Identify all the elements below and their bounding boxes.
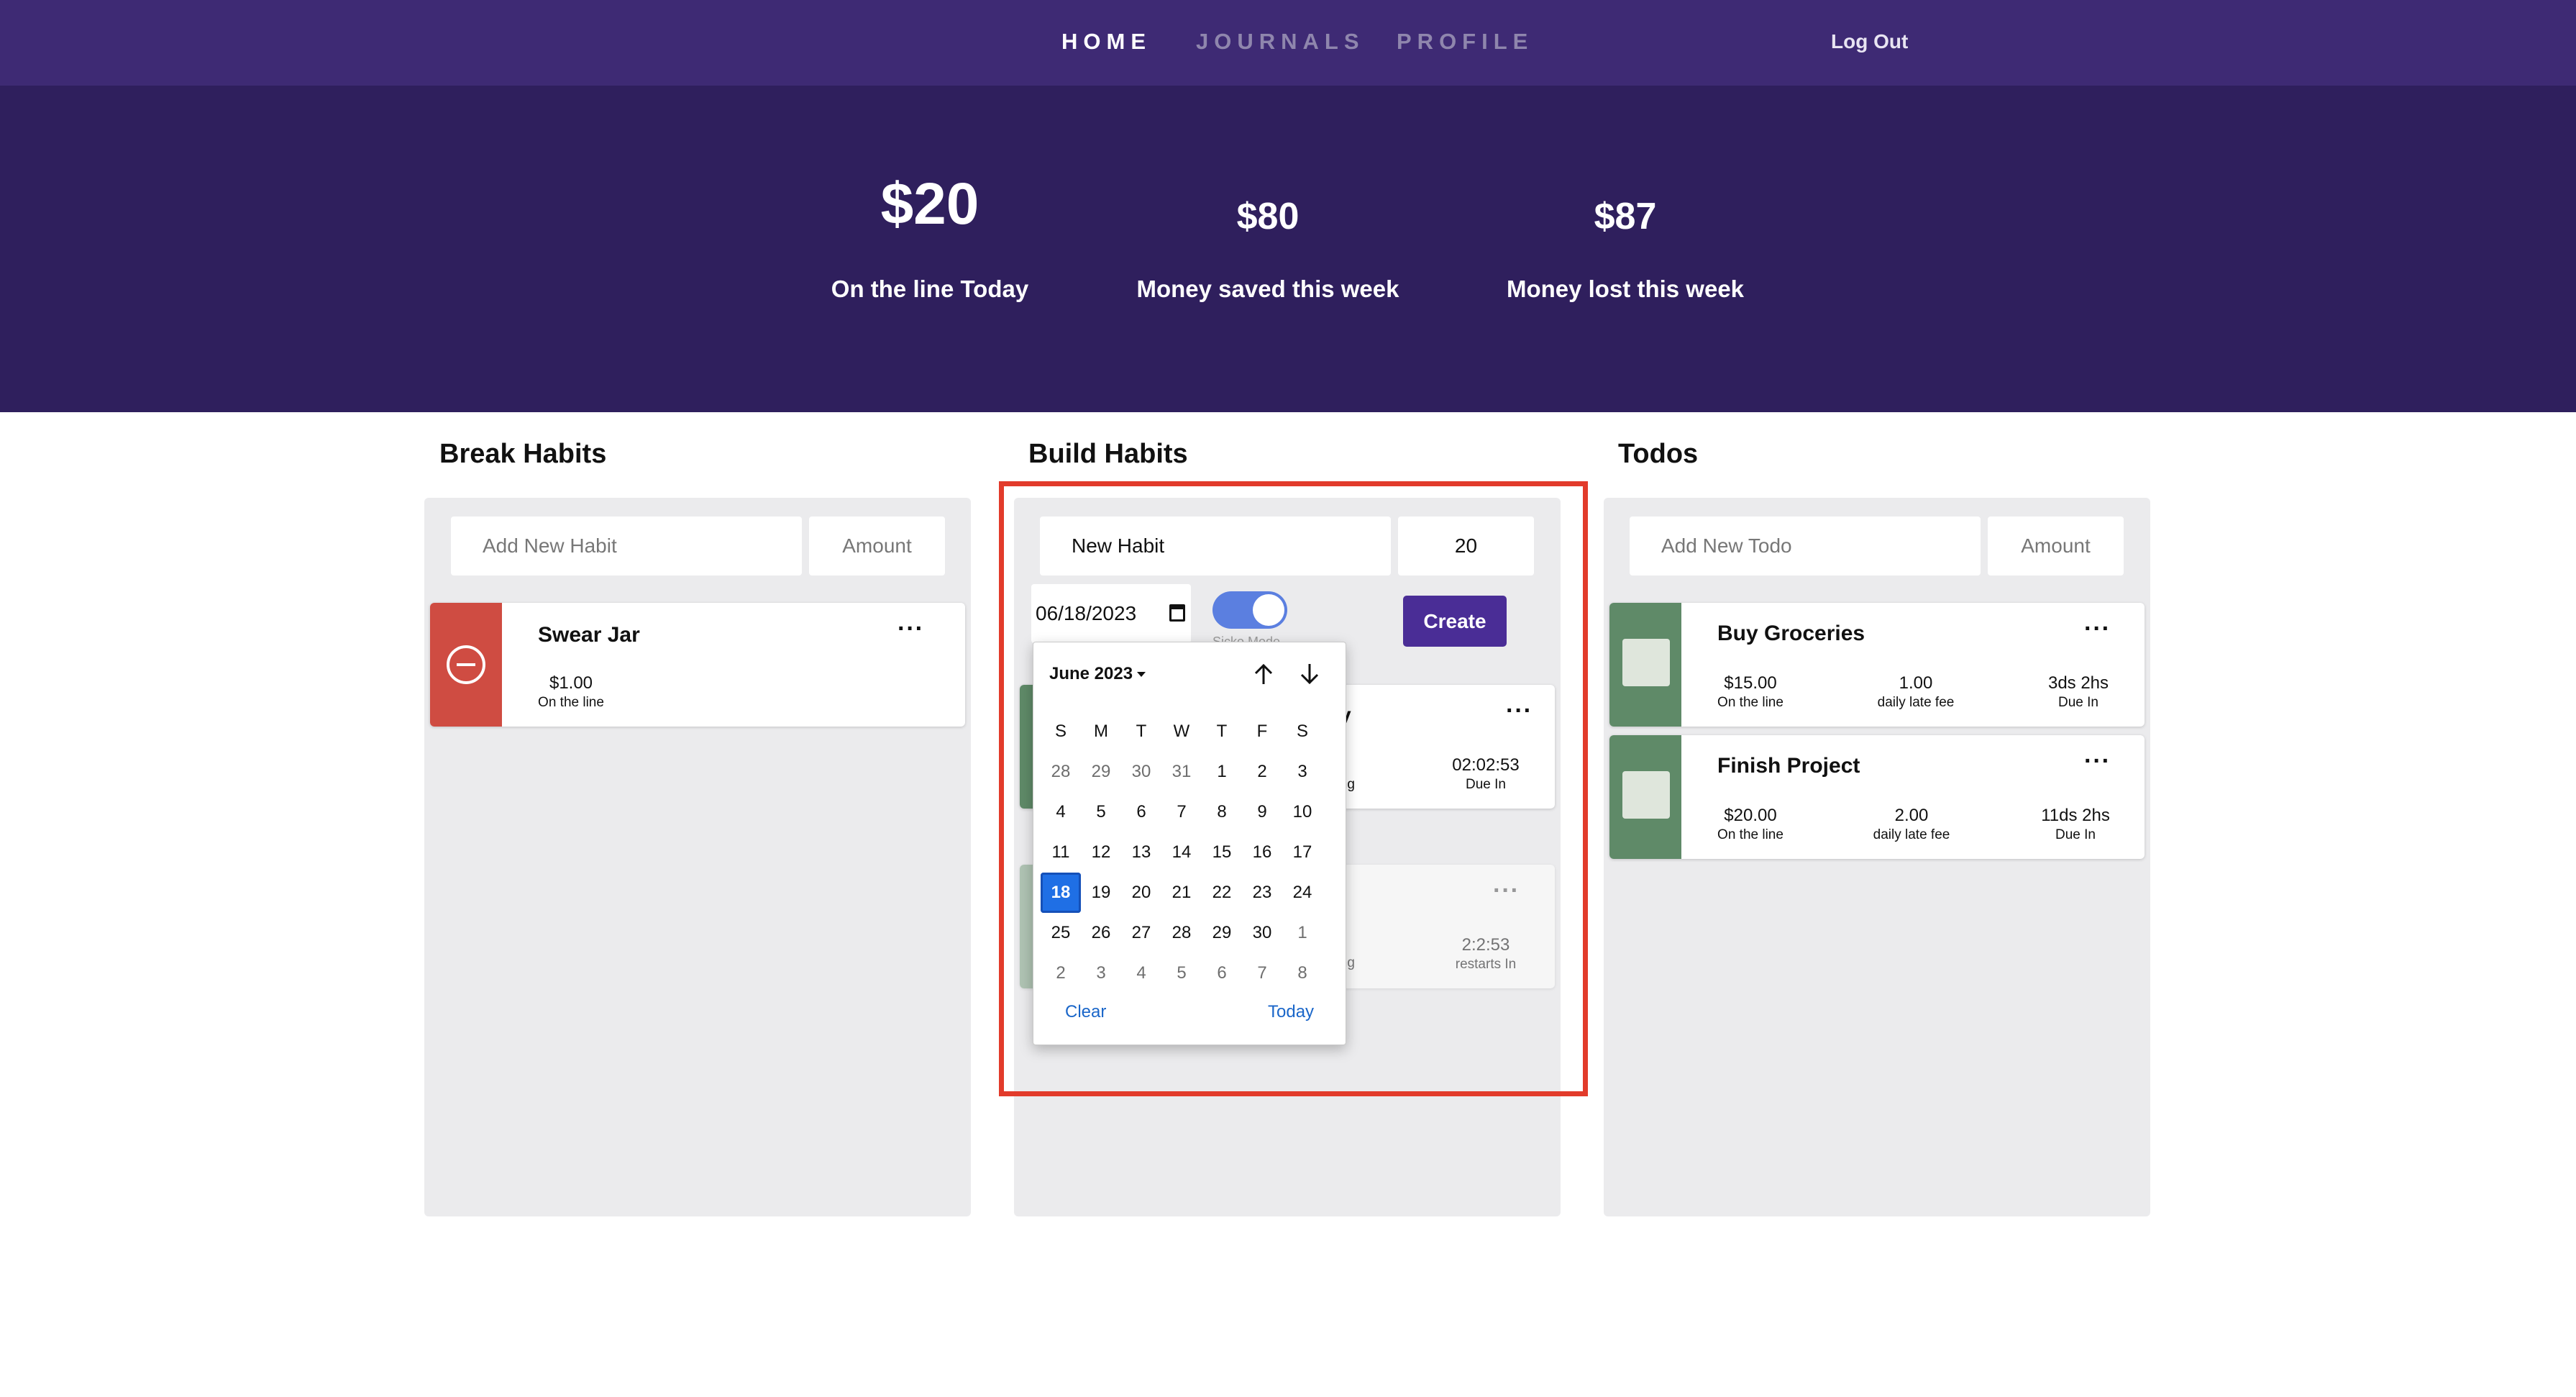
build-habits-title: Build Habits	[1028, 439, 1188, 469]
nav-home[interactable]: HOME	[1061, 29, 1151, 55]
add-habit-input[interactable]: Add New Habit	[451, 517, 802, 575]
amount-label: On the line	[1717, 695, 1783, 710]
todo-due: 11ds 2hs Due In	[1996, 806, 2145, 843]
break-habits-title: Break Habits	[439, 439, 607, 469]
todo-amount: $20.00 On the line	[1671, 806, 1830, 843]
more-options-icon[interactable]: ···	[898, 616, 924, 641]
todo-card[interactable]: Buy Groceries ··· $15.00 On the line 1.0…	[1609, 603, 2145, 727]
highlight-box	[999, 481, 1588, 1096]
amount-label: On the line	[1717, 827, 1783, 842]
todo-due: 3ds 2hs Due In	[1999, 673, 2145, 711]
minus-circle-icon[interactable]	[444, 643, 488, 686]
todo-card[interactable]: Finish Project ··· $20.00 On the line 2.…	[1609, 735, 2145, 859]
top-nav: HOME JOURNALS PROFILE Log Out	[0, 0, 2576, 86]
todo-fee: 1.00 daily late fee	[1837, 673, 1995, 711]
more-options-icon[interactable]: ···	[2084, 749, 2111, 773]
due-label: Due In	[2058, 695, 2098, 710]
stat-value: $80	[1236, 196, 1300, 237]
todo-checkbox[interactable]	[1622, 771, 1670, 819]
todo-name: Finish Project	[1717, 754, 1860, 778]
nav-profile[interactable]: PROFILE	[1397, 29, 1533, 55]
todo-amount: $15.00 On the line	[1671, 673, 1830, 711]
habit-name: Swear Jar	[538, 623, 640, 647]
logout-link[interactable]: Log Out	[1831, 30, 1908, 53]
stat-label: Money lost this week	[1506, 276, 1745, 302]
due-value: 3ds 2hs	[2047, 673, 2109, 693]
stats-banner: $20 On the line Today $80 Money saved th…	[0, 86, 2576, 412]
add-todo-input[interactable]: Add New Todo	[1630, 517, 1981, 575]
stat-value: $20	[880, 171, 979, 237]
more-options-icon[interactable]: ···	[2084, 616, 2111, 641]
due-value: 11ds 2hs	[2041, 806, 2110, 825]
habit-amount-input[interactable]: Amount	[809, 517, 945, 575]
due-label: Due In	[2055, 827, 2096, 842]
stat-label: On the line Today	[831, 276, 1029, 302]
todo-checkbox[interactable]	[1622, 639, 1670, 686]
nav-journals[interactable]: JOURNALS	[1196, 29, 1365, 55]
habit-amount: $1.00 On the line	[492, 673, 650, 711]
fee-label: daily late fee	[1877, 695, 1955, 710]
todo-name: Buy Groceries	[1717, 622, 1865, 645]
amount-value: $15.00	[1724, 673, 1777, 693]
fee-label: daily late fee	[1873, 827, 1950, 842]
habit-card[interactable]: Swear Jar ··· $1.00 On the line	[430, 603, 965, 727]
todo-amount-input[interactable]: Amount	[1988, 517, 2124, 575]
amount-value: $1.00	[549, 673, 593, 693]
fee-value: 2.00	[1894, 806, 1929, 825]
fee-value: 1.00	[1899, 673, 1933, 693]
todo-fee: 2.00 daily late fee	[1832, 806, 1991, 843]
todos-title: Todos	[1618, 439, 1699, 469]
stat-value: $87	[1594, 196, 1657, 237]
amount-label: On the line	[538, 695, 604, 710]
amount-value: $20.00	[1724, 806, 1777, 825]
stat-label: Money saved this week	[1136, 276, 1399, 302]
card-side	[430, 603, 502, 727]
card-side	[1609, 603, 1681, 727]
card-side	[1609, 735, 1681, 859]
